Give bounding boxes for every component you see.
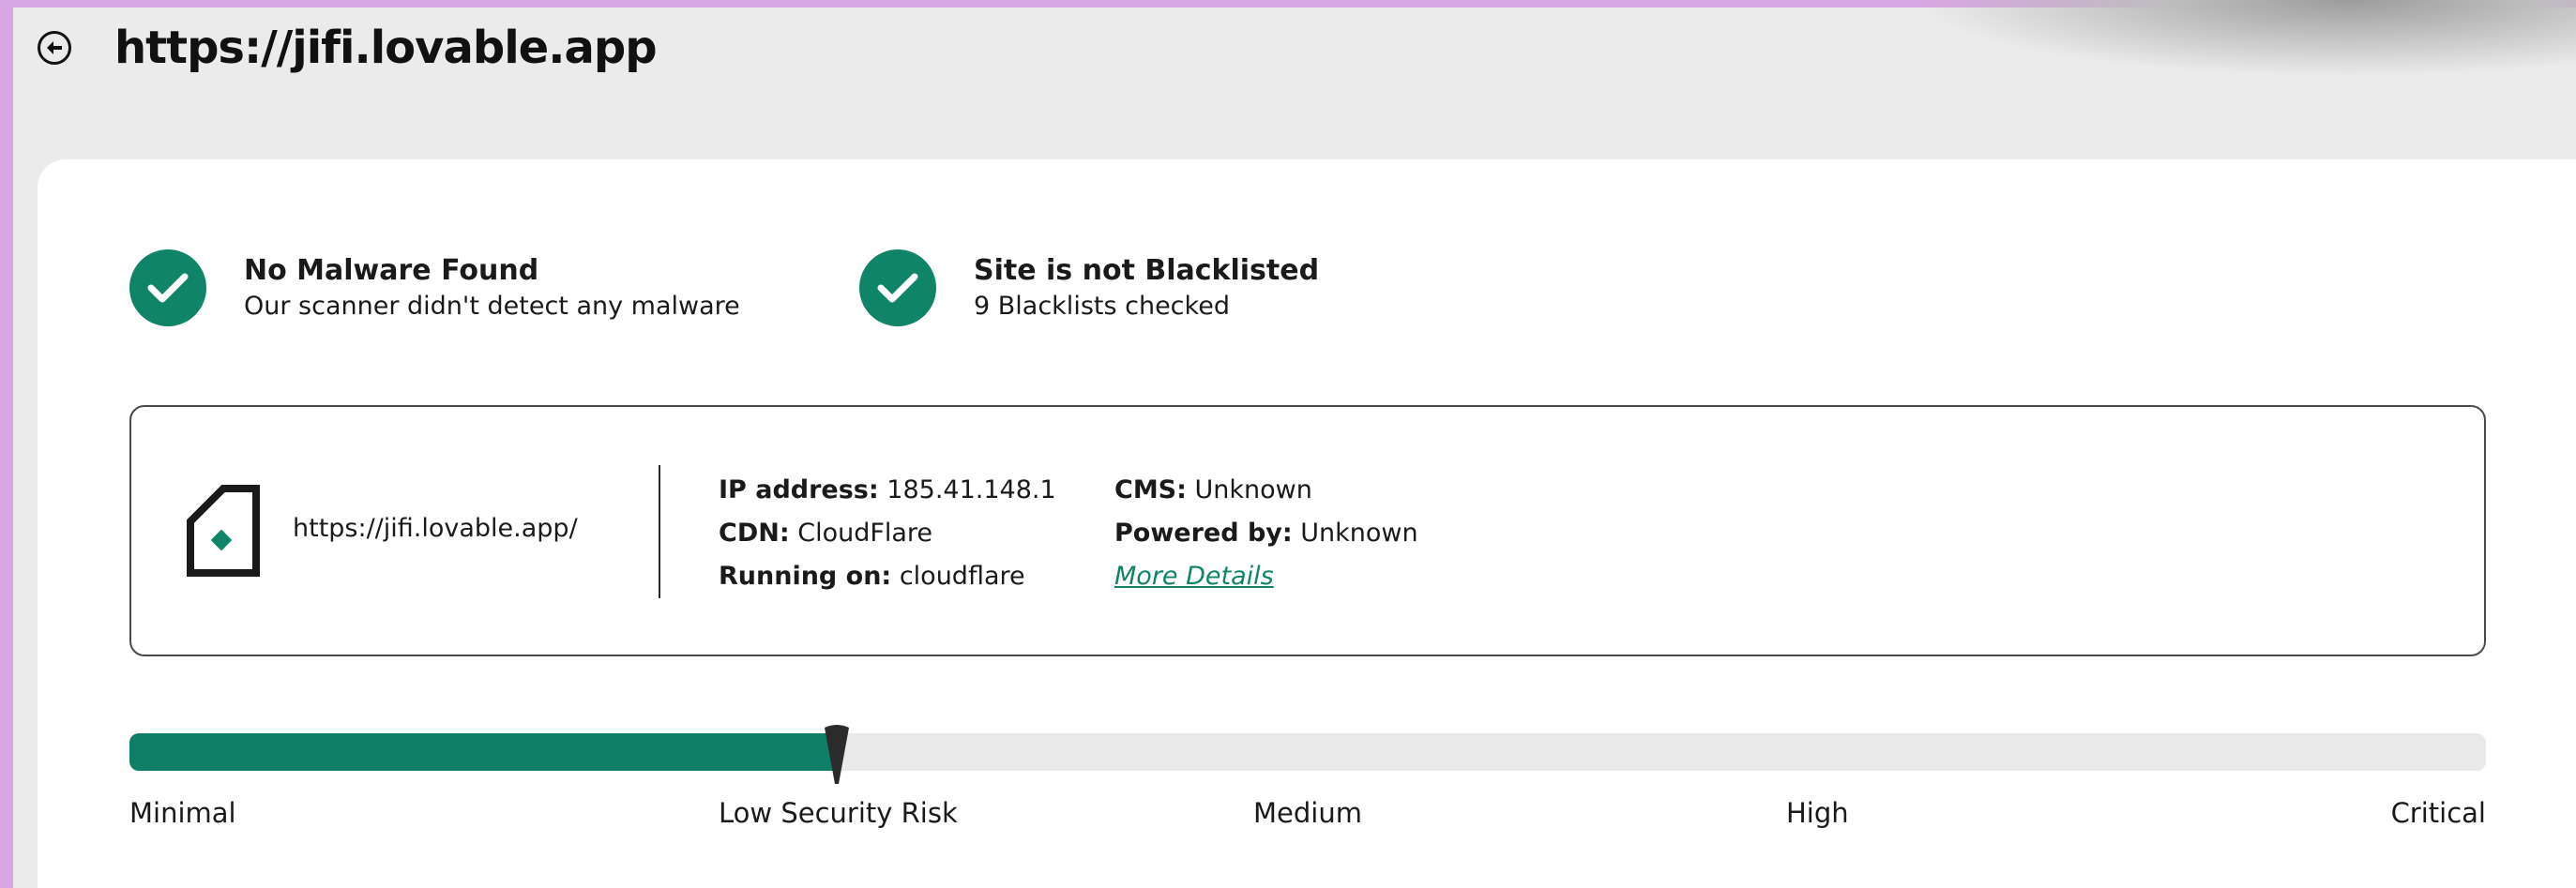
- site-meta-column-1: IP address: 185.41.148.1 CDN: CloudFlare…: [719, 469, 1056, 598]
- cms-value: Unknown: [1194, 475, 1312, 504]
- risk-label-minimal: Minimal: [129, 797, 236, 829]
- site-url: https://jifi.lovable.app/: [293, 514, 578, 543]
- more-details-link[interactable]: More Details: [1114, 562, 1274, 591]
- check-circle-icon: [129, 249, 206, 326]
- risk-label-medium: Medium: [1253, 797, 1362, 829]
- blacklist-status: Site is not Blacklisted 9 Blacklists che…: [859, 249, 1319, 326]
- powered-by-row: Powered by: Unknown: [1114, 512, 1418, 555]
- running-on-value: cloudflare: [899, 562, 1025, 591]
- risk-scale-labels: Minimal Low Security Risk Medium High Cr…: [129, 797, 2486, 835]
- cdn-row: CDN: CloudFlare: [719, 512, 1056, 555]
- powered-by-label: Powered by:: [1114, 519, 1293, 548]
- check-circle-icon: [859, 249, 936, 326]
- scan-result-card: No Malware Found Our scanner didn't dete…: [38, 159, 2576, 888]
- risk-meter-fill: [129, 733, 837, 771]
- window-frame-left: [0, 0, 13, 888]
- cdn-value: CloudFlare: [797, 519, 933, 548]
- ip-address-value: 185.41.148.1: [886, 475, 1056, 504]
- page-title-url: https://jifi.lovable.app: [114, 22, 658, 74]
- malware-status-subtitle: Our scanner didn't detect any malware: [244, 292, 740, 321]
- malware-status: No Malware Found Our scanner didn't dete…: [129, 249, 740, 326]
- running-on-label: Running on:: [719, 562, 892, 591]
- risk-label-high: High: [1786, 797, 1849, 829]
- cms-row: CMS: Unknown: [1114, 469, 1418, 512]
- ip-address-label: IP address:: [719, 475, 879, 504]
- site-meta-column-2: CMS: Unknown Powered by: Unknown More De…: [1114, 469, 1418, 598]
- running-on-row: Running on: cloudflare: [719, 555, 1056, 598]
- corner-shadow: [1929, 0, 2576, 75]
- more-details-row: More Details: [1114, 555, 1418, 598]
- powered-by-value: Unknown: [1300, 519, 1418, 548]
- risk-label-critical: Critical: [2390, 797, 2486, 829]
- malware-status-title: No Malware Found: [244, 254, 539, 287]
- risk-pointer-icon: [823, 722, 851, 788]
- ip-address-row: IP address: 185.41.148.1: [719, 469, 1056, 512]
- risk-meter-track: [129, 725, 2486, 784]
- cms-label: CMS:: [1114, 475, 1187, 504]
- back-arrow-circle-icon[interactable]: [38, 31, 71, 65]
- risk-label-low: Low Security Risk: [719, 797, 958, 829]
- divider: [659, 465, 660, 598]
- cdn-label: CDN:: [719, 519, 790, 548]
- page-header: https://jifi.lovable.app: [38, 13, 658, 83]
- site-document-icon: [186, 484, 261, 581]
- blacklist-status-title: Site is not Blacklisted: [974, 254, 1320, 287]
- site-info-box: https://jifi.lovable.app/ IP address: 18…: [129, 405, 2486, 656]
- blacklist-status-subtitle: 9 Blacklists checked: [974, 292, 1230, 321]
